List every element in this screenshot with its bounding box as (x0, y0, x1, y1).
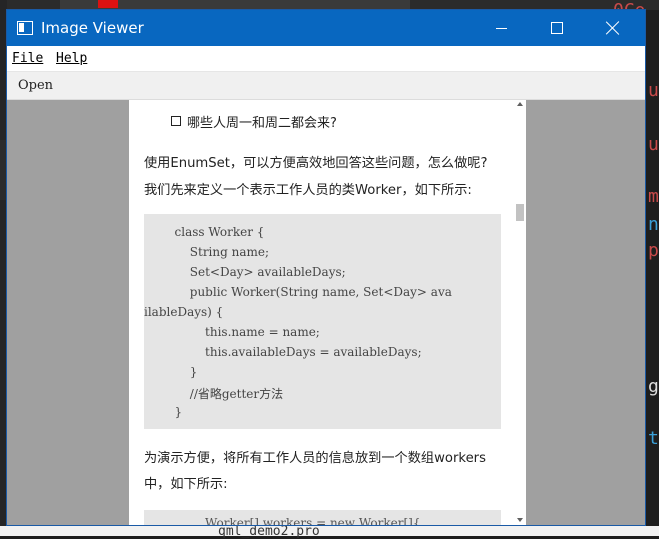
image-viewport[interactable]: 哪些人周一和周二都会来? 使用EnumSet，可以方便高效地回答这些问题，怎么做… (7, 100, 645, 525)
paragraph: 为演示方便，将所有工作人员的信息放到一个数组workers (144, 451, 486, 466)
menu-file[interactable]: File (12, 51, 43, 66)
paragraph: 我们先来定义一个表示工作人员的类Worker，如下所示: (144, 183, 472, 198)
code-line: } (144, 405, 183, 419)
toolbar: Open (7, 72, 645, 100)
scroll-up-icon[interactable] (517, 102, 523, 106)
menu-bar: File Help (7, 46, 645, 72)
menu-help-label: Help (56, 51, 88, 66)
background-code-fragment: tu (648, 428, 659, 449)
close-button[interactable] (590, 10, 636, 46)
code-block: class Worker { String name; Set<Day> ava… (144, 214, 501, 429)
bullet-text: 哪些人周一和周二都会来? (187, 116, 337, 131)
code-line: Worker[] workers = new Worker[]{ (205, 516, 421, 525)
code-line: this.name = name; (144, 325, 320, 339)
code-line: public Worker(String name, Set<Day> ava (144, 285, 452, 299)
title-bar[interactable]: Image Viewer (7, 10, 645, 46)
bullet-item: 哪些人周一和周二都会来? (171, 112, 337, 131)
menu-file-label: File (12, 51, 44, 66)
maximize-button[interactable] (534, 10, 580, 46)
menu-help[interactable]: Help (56, 51, 87, 66)
close-icon (606, 21, 620, 35)
vertical-scrollbar[interactable] (515, 100, 526, 525)
code-line: String name; (144, 245, 270, 259)
background-red-badge (98, 0, 118, 8)
scrollbar-thumb[interactable] (516, 204, 524, 221)
code-block: Worker[] workers = new Worker[]{ (144, 510, 501, 525)
window-title: Image Viewer (41, 19, 144, 37)
displayed-image: 哪些人周一和周二都会来? 使用EnumSet，可以方便高效地回答这些问题，怎么做… (129, 100, 515, 525)
minimize-button[interactable] (478, 10, 524, 46)
background-code-fragment: ut (648, 80, 659, 101)
paragraph: 使用EnumSet，可以方便高效地回答这些问题，怎么做呢? (144, 156, 488, 171)
background-code-fragment: ut (648, 134, 659, 155)
background-code-fragment: g (648, 376, 659, 397)
code-line: //省略getter方法 (144, 387, 284, 401)
app-icon (17, 21, 33, 35)
background-bottom-bar (0, 526, 659, 536)
code-line: ilableDays) { (144, 305, 224, 319)
bullet-box-icon (171, 116, 181, 126)
image-viewer-window: Image Viewer File Help Open 哪些人周一和周二都会来?… (6, 9, 646, 526)
paragraph: 中，如下所示: (144, 477, 228, 492)
background-code-fragment: m (648, 186, 659, 207)
background-file-name: qml_demo2.pro (218, 524, 320, 539)
minimize-icon (495, 27, 507, 29)
code-line: class Worker { (144, 225, 265, 239)
maximize-icon (551, 22, 563, 34)
scroll-down-icon[interactable] (517, 518, 523, 522)
background-code-fragment: pi (648, 240, 659, 261)
code-line: this.availableDays = availableDays; (144, 345, 422, 359)
code-line: } (144, 365, 198, 379)
open-button[interactable]: Open (18, 78, 53, 93)
background-code-fragment: ns (648, 214, 659, 235)
code-line: Set<Day> availableDays; (144, 265, 346, 279)
